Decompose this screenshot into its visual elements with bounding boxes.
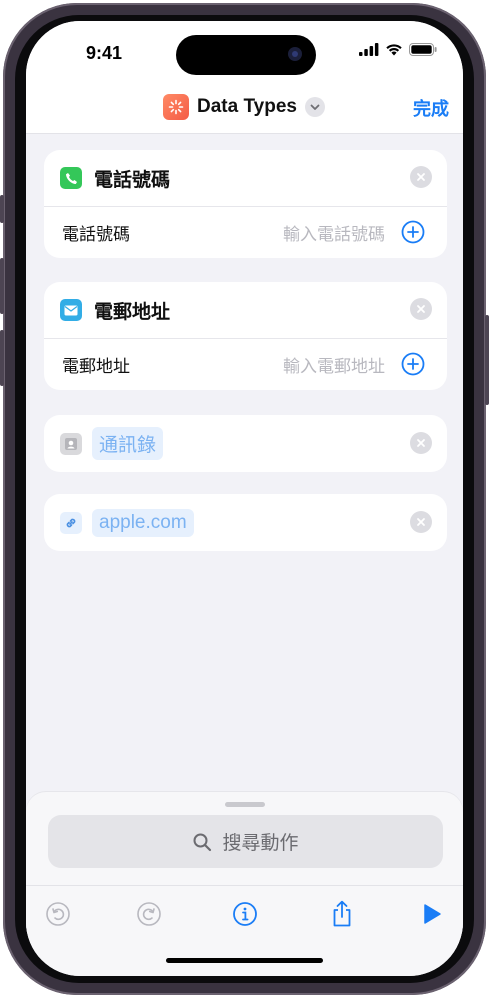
- dynamic-island: [176, 35, 316, 75]
- shortcut-icon: [163, 94, 189, 120]
- share-icon[interactable]: [328, 900, 356, 928]
- url-action-card: apple.com: [44, 494, 447, 551]
- cellular-signal-icon: [359, 43, 379, 56]
- status-time: 9:41: [86, 43, 123, 63]
- nav-bar: Data Types 完成: [26, 81, 463, 134]
- shortcut-title-menu[interactable]: Data Types: [163, 94, 325, 120]
- mail-icon: [60, 299, 82, 321]
- search-placeholder: 搜尋動作: [222, 833, 299, 854]
- search-icon: [193, 833, 212, 851]
- chevron-down-icon[interactable]: [304, 97, 325, 117]
- side-button-power: [485, 315, 489, 405]
- status-bar: 9:41: [26, 21, 463, 81]
- play-icon[interactable]: [418, 900, 446, 928]
- wifi-icon: [386, 44, 402, 56]
- row-label: 電郵地址: [62, 357, 130, 376]
- close-icon[interactable]: [410, 432, 432, 454]
- side-button-volume-up: [0, 258, 4, 314]
- contacts-action-card: 通訊錄: [44, 415, 447, 472]
- plus-circle-icon[interactable]: [401, 220, 425, 244]
- editor-toolbar: [26, 885, 463, 942]
- info-icon[interactable]: [231, 900, 259, 928]
- card-header: apple.com: [44, 494, 447, 551]
- email-address-action-card: 電郵地址 電郵地址 輸入電郵地址: [44, 282, 447, 390]
- shortcut-title: Data Types: [197, 96, 297, 117]
- plus-circle-icon[interactable]: [401, 352, 425, 376]
- side-button-action: [0, 195, 4, 223]
- undo-icon[interactable]: [44, 900, 72, 928]
- close-icon[interactable]: [410, 166, 432, 188]
- done-button[interactable]: 完成: [413, 95, 449, 121]
- home-indicator[interactable]: [166, 958, 323, 963]
- phone-number-input[interactable]: 輸入電話號碼: [283, 220, 385, 245]
- action-search-sheet: 搜尋動作: [26, 792, 463, 976]
- phone-number-row: 電話號碼 輸入電話號碼: [44, 206, 447, 258]
- card-header: 電郵地址: [44, 282, 447, 338]
- phone-number-action-card: 電話號碼 電話號碼 輸入電話號碼: [44, 150, 447, 258]
- email-address-row: 電郵地址 輸入電郵地址: [44, 338, 447, 390]
- screen: 9:41 Data Types 完成 電話號碼 電話號碼 輸入電話號碼 電郵地址…: [26, 21, 463, 976]
- battery-icon: [409, 43, 437, 56]
- card-title: 電話號碼: [94, 169, 171, 191]
- row-label: 電話號碼: [62, 225, 130, 244]
- url-token[interactable]: apple.com: [92, 508, 194, 537]
- card-header: 通訊錄: [44, 415, 447, 472]
- sheet-grabber[interactable]: [225, 802, 265, 807]
- email-address-input[interactable]: 輸入電郵地址: [283, 352, 385, 377]
- status-icons: [359, 43, 437, 56]
- side-button-volume-down: [0, 330, 4, 386]
- camera-icon: [288, 47, 302, 61]
- link-icon: [60, 511, 82, 534]
- card-title: 電郵地址: [94, 301, 171, 323]
- contacts-token[interactable]: 通訊錄: [92, 427, 164, 460]
- contacts-icon: [60, 432, 82, 455]
- close-icon[interactable]: [410, 298, 432, 320]
- redo-icon[interactable]: [135, 900, 163, 928]
- card-header: 電話號碼: [44, 150, 447, 206]
- close-icon[interactable]: [410, 511, 432, 533]
- search-actions-field[interactable]: 搜尋動作: [48, 815, 443, 868]
- phone-icon: [60, 167, 82, 189]
